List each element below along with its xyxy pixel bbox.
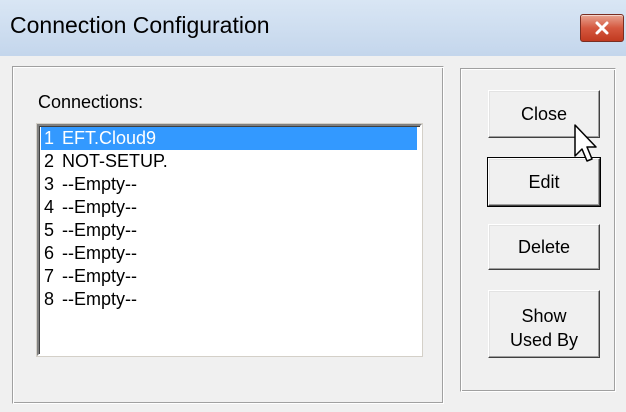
show-used-by-label-line2: Used By: [509, 330, 579, 350]
connection-list-item[interactable]: 3 --Empty--: [41, 173, 417, 196]
connection-name: --Empty--: [62, 174, 137, 194]
connection-list-item[interactable]: 1 EFT.Cloud9: [41, 127, 417, 150]
connection-number: 3: [44, 174, 55, 194]
edit-button[interactable]: Edit: [487, 157, 601, 207]
mouse-pointer-icon: [574, 124, 597, 162]
connection-number: 6: [44, 243, 55, 263]
connection-name: --Empty--: [62, 197, 137, 217]
connection-number: 2: [44, 151, 55, 171]
connection-number: 1: [44, 128, 55, 148]
connections-label: Connections:: [38, 92, 144, 112]
window-title: Connection Configuration: [10, 12, 270, 38]
connection-number: 5: [44, 220, 55, 240]
connection-name: NOT-SETUP.: [62, 151, 168, 171]
connection-list-item[interactable]: 4 --Empty--: [41, 196, 417, 219]
close-icon: [595, 21, 609, 35]
connection-number: 8: [44, 289, 55, 309]
connection-name: --Empty--: [62, 220, 137, 240]
connection-number: 7: [44, 266, 55, 286]
connection-list-item[interactable]: 7 --Empty--: [41, 265, 417, 288]
connection-name: --Empty--: [62, 289, 137, 309]
connections-listbox[interactable]: 1 EFT.Cloud9 2 NOT-SETUP. 3 --Empty-- 4 --Empty…: [37, 124, 422, 356]
delete-button[interactable]: Delete: [488, 224, 600, 270]
connection-name: --Empty--: [62, 266, 137, 286]
window-close-button[interactable]: [580, 14, 624, 42]
connection-number: 4: [44, 197, 55, 217]
connection-list-item[interactable]: 2 NOT-SETUP.: [41, 150, 417, 173]
connection-name: EFT.Cloud9: [62, 128, 157, 148]
show-used-by-label-line1: Show: [521, 306, 567, 326]
title-bar: Connection Configuration: [0, 0, 626, 56]
connection-name: --Empty--: [62, 243, 137, 263]
connection-list-item[interactable]: 8 --Empty--: [41, 288, 417, 311]
show-used-by-button[interactable]: Show Used By: [488, 290, 600, 358]
connection-list-item[interactable]: 6 --Empty--: [41, 242, 417, 265]
connection-list-item[interactable]: 5 --Empty--: [41, 219, 417, 242]
